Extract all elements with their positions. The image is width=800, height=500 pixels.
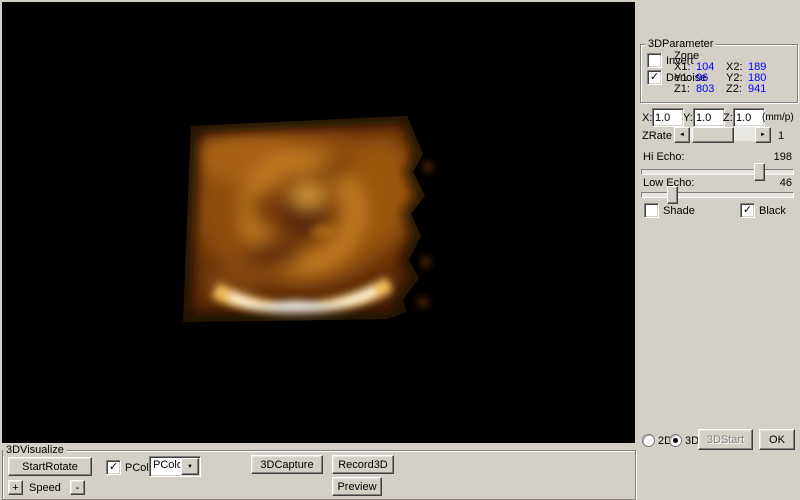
scale-z-field[interactable] (733, 108, 765, 127)
zone-z2-value: 941 (748, 84, 778, 95)
pcolor-dropdown-button[interactable]: ▼ (181, 458, 199, 475)
scroll-right-icon: ► (760, 132, 766, 138)
3dstart-button[interactable]: 3DStart (698, 429, 753, 450)
preview-button[interactable]: Preview (332, 477, 382, 496)
parameter-panel: 3DParameter Invert Denoise Zone X1: 104 … (637, 0, 800, 500)
parameter-group: 3DParameter Invert Denoise Zone X1: 104 … (640, 44, 798, 103)
scale-y-field[interactable] (693, 108, 725, 127)
zrate-value: 1 (778, 130, 784, 142)
shade-checkbox[interactable] (644, 203, 659, 218)
low-echo-slider[interactable] (641, 186, 794, 202)
shade-row: Shade (644, 203, 695, 218)
radio-3d[interactable] (669, 434, 682, 447)
black-label: Black (759, 205, 786, 217)
scroll-left-icon: ◄ (679, 132, 685, 138)
radio-2d-row: 2D (642, 434, 672, 447)
pcolor-checkbox[interactable] (106, 460, 121, 475)
zrate-scroll-left-button[interactable]: ◄ (674, 127, 690, 143)
pcolor-dropdown-value: PColor (150, 457, 180, 476)
denoise-checkbox[interactable] (647, 70, 662, 85)
zone-z1-label: Z1: (674, 84, 696, 95)
pcolor-dropdown[interactable]: PColor ▼ (149, 456, 201, 477)
scale-y-label: Y: (683, 112, 693, 124)
speed-plus-button[interactable]: + (8, 480, 23, 495)
black-checkbox[interactable] (740, 203, 755, 218)
low-echo-slider-thumb[interactable] (667, 186, 678, 204)
hi-echo-slider-thumb[interactable] (754, 163, 765, 181)
radio-3d-label: 3D (685, 435, 699, 447)
speed-minus-button[interactable]: - (70, 480, 85, 495)
zrate-scroll-right-button[interactable]: ► (755, 127, 771, 143)
zrate-scrollbar: ◄ ► (674, 127, 771, 141)
render-canvas[interactable] (2, 2, 635, 443)
scale-x-field[interactable] (652, 108, 684, 127)
speed-label: Speed (29, 482, 61, 494)
hi-echo-slider-track[interactable] (641, 169, 794, 175)
low-echo-slider-track[interactable] (641, 192, 794, 198)
start-rotate-button[interactable]: StartRotate (8, 457, 92, 476)
visualize-group-title: 3DVisualize (3, 444, 67, 456)
zrate-scroll-thumb[interactable] (692, 127, 734, 143)
scale-x-label: X: (642, 112, 652, 124)
shade-label: Shade (663, 205, 695, 217)
zrate-scroll-track[interactable] (690, 127, 755, 141)
3dcapture-button[interactable]: 3DCapture (251, 455, 323, 474)
zone-z1-value: 803 (696, 84, 726, 95)
record3d-button[interactable]: Record3D (332, 455, 394, 474)
scale-unit-label: (mm/p) (762, 112, 794, 124)
invert-checkbox[interactable] (647, 53, 662, 68)
radio-2d[interactable] (642, 434, 655, 447)
black-row: Black (740, 203, 786, 218)
radio-3d-row: 3D (669, 434, 699, 447)
ok-button[interactable]: OK (759, 429, 795, 450)
visualize-bar: 3DVisualize StartRotate + Speed - PColor… (0, 443, 637, 500)
app-window: 3DParameter Invert Denoise Zone X1: 104 … (0, 0, 800, 500)
dropdown-arrow-icon: ▼ (187, 464, 193, 470)
parameter-group-title: 3DParameter (645, 38, 716, 50)
hi-echo-label: Hi Echo: (643, 151, 685, 163)
scale-z-label: Z: (723, 112, 733, 124)
zrate-label: ZRate (642, 130, 672, 142)
zone-values: X1: 104 X2: 189 Y1: 96 Y2: 180 Z1: 803 Z… (674, 62, 778, 95)
zone-z2-label: Z2: (726, 84, 748, 95)
ultrasound-render (175, 112, 439, 330)
hi-echo-value: 198 (774, 151, 792, 163)
zone-row-z: Z1: 803 Z2: 941 (674, 84, 778, 95)
